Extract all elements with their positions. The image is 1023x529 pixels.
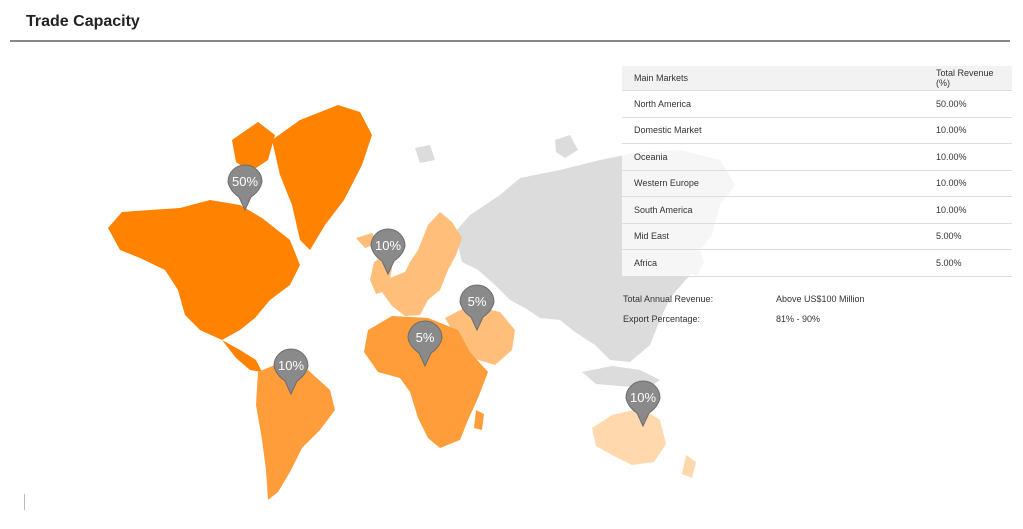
- pin-label: 10%: [278, 358, 304, 373]
- revenue-cell: 10.00%: [924, 143, 1012, 171]
- table-row: Oceania 10.00%: [622, 143, 1012, 171]
- map-region-north-america: [108, 200, 300, 340]
- revenue-cell: 10.00%: [924, 196, 1012, 224]
- revenue-cell: 5.00%: [924, 223, 1012, 250]
- map-region-svalbard: [555, 135, 578, 158]
- revenue-cell: 10.00%: [924, 170, 1012, 197]
- map-region-madagascar: [474, 410, 484, 430]
- market-cell: Oceania: [622, 143, 924, 171]
- table-row: Domestic Market 10.00%: [622, 117, 1012, 144]
- market-cell: North America: [622, 90, 924, 118]
- map-region-arctic-islands: [415, 145, 435, 163]
- revenue-cell: 10.00%: [924, 117, 1012, 144]
- map-region-new-zealand: [682, 455, 696, 478]
- market-cell: Africa: [622, 249, 924, 277]
- market-cell: Domestic Market: [622, 117, 924, 144]
- pin-label: 5%: [468, 294, 487, 309]
- column-header-total-revenue: Total Revenue (%): [924, 66, 1012, 91]
- revenue-summary: Total Annual Revenue: Above US$100 Milli…: [623, 294, 923, 334]
- map-region-arctic-archipelago: [232, 122, 275, 172]
- markets-table: Main Markets Total Revenue (%) North Ame…: [622, 66, 1012, 277]
- annual-revenue-value: Above US$100 Million: [776, 294, 865, 304]
- section-header: Trade Capacity: [10, 0, 1010, 42]
- annual-revenue-label: Total Annual Revenue:: [623, 294, 714, 304]
- pin-label: 5%: [416, 330, 435, 345]
- market-cell: Western Europe: [622, 170, 924, 197]
- export-percentage-label: Export Percentage:: [623, 314, 701, 324]
- divider: [24, 494, 25, 510]
- pin-label: 10%: [375, 238, 401, 253]
- map-region-greenland: [272, 105, 372, 250]
- table-row: Western Europe 10.00%: [622, 170, 1012, 197]
- table-header-row: Main Markets Total Revenue (%): [622, 66, 1012, 91]
- market-cell: South America: [622, 196, 924, 224]
- map-region-europe: [382, 212, 462, 316]
- table-row: Africa 5.00%: [622, 249, 1012, 277]
- markets-table-panel: Main Markets Total Revenue (%) North Ame…: [622, 66, 1012, 277]
- pin-label: 50%: [232, 174, 258, 189]
- map-region-central-america: [222, 340, 262, 372]
- map-region-australia: [592, 408, 666, 465]
- revenue-cell: 50.00%: [924, 90, 1012, 118]
- map-pin-north-america[interactable]: 50%: [227, 164, 263, 212]
- annual-revenue-row: Total Annual Revenue: Above US$100 Milli…: [623, 294, 923, 314]
- pin-label: 10%: [630, 390, 656, 405]
- revenue-cell: 5.00%: [924, 249, 1012, 277]
- table-row: North America 50.00%: [622, 90, 1012, 118]
- table-row: Mid East 5.00%: [622, 223, 1012, 250]
- export-percentage-row: Export Percentage: 81% - 90%: [623, 314, 923, 334]
- section-title: Trade Capacity: [26, 13, 140, 30]
- table-row: South America 10.00%: [622, 196, 1012, 224]
- export-percentage-value: 81% - 90%: [776, 314, 821, 324]
- market-cell: Mid East: [622, 223, 924, 250]
- column-header-main-markets: Main Markets: [622, 66, 924, 91]
